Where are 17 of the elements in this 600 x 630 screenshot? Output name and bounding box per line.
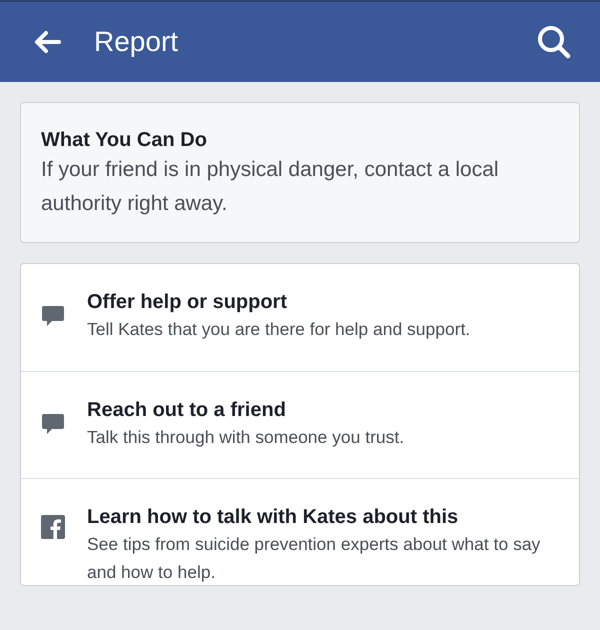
search-button[interactable]: [536, 24, 572, 60]
option-title: Learn how to talk with Kates about this: [87, 505, 460, 530]
option-item[interactable]: Offer help or support Tell Kates that you are there for help and support.: [21, 264, 579, 371]
option-item[interactable]: Learn how to talk with Kates about this See tips from suicide prevention experts about what to say and how to help.: [21, 478, 579, 585]
option-title: Offer help or support: [87, 290, 288, 315]
back-arrow-icon: [33, 30, 61, 54]
option-title: Reach out to a friend: [87, 398, 287, 423]
option-description: Talk this through with someone you trust.: [87, 426, 404, 449]
screen-title: Report: [94, 25, 180, 59]
option-description: Tell Kates that you are there for help and support.: [87, 318, 470, 341]
card-text: If your friend is in physical danger, contact a local authority right away.: [41, 157, 500, 217]
option-item[interactable]: Reach out to a friend Talk this through with someone you trust.: [21, 371, 579, 478]
speech-bubble-icon: [41, 304, 65, 328]
option-description: See tips from suicide prevention experts about what to say and how to help.: [87, 533, 542, 584]
search-icon: [537, 25, 571, 59]
card-title: What You Can Do: [41, 128, 208, 153]
speech-bubble-icon: [41, 412, 65, 436]
